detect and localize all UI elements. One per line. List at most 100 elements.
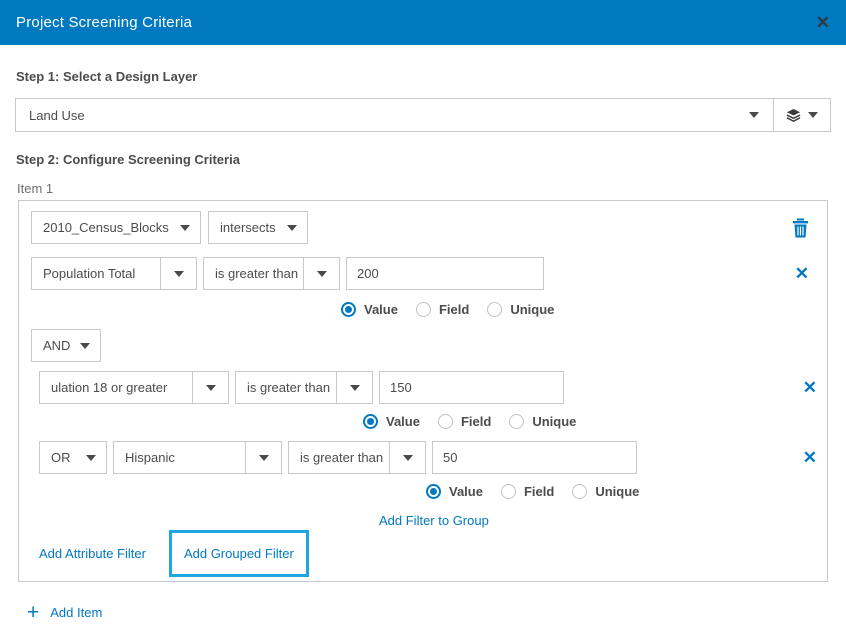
remove-filter2-icon[interactable]: ✕ bbox=[803, 379, 817, 396]
dropdown-caret-section bbox=[303, 258, 339, 289]
radio-field[interactable]: Field bbox=[416, 302, 469, 317]
grouped-filter-row: ulation 18 or greater is greater than ✕ bbox=[39, 371, 815, 404]
filter1-operator-value: is greater than bbox=[204, 266, 303, 281]
remove-filter3-icon[interactable]: ✕ bbox=[803, 449, 817, 466]
delete-item-button[interactable] bbox=[792, 218, 809, 238]
spatial-operator-dropdown[interactable]: intersects bbox=[208, 211, 308, 244]
radio-unselected-icon bbox=[438, 414, 453, 429]
radio-field-label: Field bbox=[461, 414, 491, 429]
filter3-operator-value: is greater than bbox=[289, 450, 389, 465]
close-icon[interactable]: ✕ bbox=[816, 14, 830, 31]
filter2-operator-value: is greater than bbox=[236, 380, 336, 395]
add-item-label: Add Item bbox=[50, 605, 102, 620]
filter1-field-value: Population Total bbox=[32, 266, 160, 281]
spatial-filter-row: 2010_Census_Blocks intersects bbox=[31, 211, 815, 244]
spatial-operator-value: intersects bbox=[209, 220, 287, 235]
layers-icon bbox=[786, 108, 801, 123]
item-panel: 2010_Census_Blocks intersects Population… bbox=[18, 200, 828, 582]
radio-unselected-icon bbox=[572, 484, 587, 499]
remove-filter1-icon[interactable]: ✕ bbox=[795, 265, 809, 282]
filter2-operator-dropdown[interactable]: is greater than bbox=[235, 371, 373, 404]
radio-field-label: Field bbox=[524, 484, 554, 499]
dropdown-caret-section bbox=[160, 258, 196, 289]
dropdown-caret-section bbox=[336, 372, 372, 403]
trash-icon bbox=[792, 218, 809, 238]
filter1-mode-radios: Value Field Unique bbox=[341, 302, 815, 317]
filter3-value-input[interactable] bbox=[432, 441, 637, 474]
filter3-field-dropdown[interactable]: Hispanic bbox=[113, 441, 282, 474]
radio-field-label: Field bbox=[439, 302, 469, 317]
design-layer-dropdown[interactable]: Land Use bbox=[16, 99, 773, 131]
radio-value-label: Value bbox=[449, 484, 483, 499]
chevron-down-icon bbox=[749, 112, 759, 118]
step1-label: Step 1: Select a Design Layer bbox=[16, 69, 828, 84]
dialog-title: Project Screening Criteria bbox=[16, 14, 192, 31]
radio-unique[interactable]: Unique bbox=[487, 302, 554, 317]
dialog-header: Project Screening Criteria ✕ bbox=[0, 0, 846, 45]
chevron-down-icon bbox=[180, 225, 190, 231]
add-item-button[interactable]: + Add Item bbox=[27, 602, 846, 623]
filter2-value-input[interactable] bbox=[379, 371, 564, 404]
grouped-filter-row: OR Hispanic is greater than ✕ bbox=[39, 441, 815, 474]
screening-layer-value: 2010_Census_Blocks bbox=[32, 220, 180, 235]
radio-unique-label: Unique bbox=[595, 484, 639, 499]
radio-value[interactable]: Value bbox=[341, 302, 398, 317]
chevron-down-icon bbox=[287, 225, 297, 231]
filter3-conjunction-value: OR bbox=[40, 450, 86, 465]
radio-unique-label: Unique bbox=[510, 302, 554, 317]
radio-unselected-icon bbox=[487, 302, 502, 317]
radio-value[interactable]: Value bbox=[363, 414, 420, 429]
radio-selected-icon bbox=[363, 414, 378, 429]
filter3-conjunction-dropdown[interactable]: OR bbox=[39, 441, 107, 474]
group-operator-row: AND bbox=[31, 329, 815, 362]
item-label: Item 1 bbox=[17, 181, 828, 196]
chevron-down-icon bbox=[86, 455, 96, 461]
chevron-down-icon bbox=[350, 385, 360, 391]
chevron-down-icon bbox=[259, 455, 269, 461]
chevron-down-icon bbox=[80, 343, 90, 349]
chevron-down-icon bbox=[206, 385, 216, 391]
dropdown-caret-section bbox=[192, 372, 228, 403]
filter2-field-dropdown[interactable]: ulation 18 or greater bbox=[39, 371, 229, 404]
chevron-down-icon bbox=[403, 455, 413, 461]
radio-selected-icon bbox=[341, 302, 356, 317]
radio-value-label: Value bbox=[364, 302, 398, 317]
dropdown-caret-section bbox=[245, 442, 281, 473]
chevron-down-icon bbox=[174, 271, 184, 277]
radio-unselected-icon bbox=[416, 302, 431, 317]
add-filter-to-group-link[interactable]: Add Filter to Group bbox=[379, 513, 489, 528]
radio-unique[interactable]: Unique bbox=[572, 484, 639, 499]
tutorial-highlight-box: Add Grouped Filter bbox=[169, 530, 309, 577]
add-grouped-filter-link[interactable]: Add Grouped Filter bbox=[184, 546, 294, 561]
design-layer-value: Land Use bbox=[16, 108, 749, 123]
step2-label: Step 2: Configure Screening Criteria bbox=[16, 152, 828, 167]
chevron-down-icon bbox=[317, 271, 327, 277]
filter1-operator-dropdown[interactable]: is greater than bbox=[203, 257, 340, 290]
filter2-field-value: ulation 18 or greater bbox=[40, 380, 192, 395]
screening-layer-dropdown[interactable]: 2010_Census_Blocks bbox=[31, 211, 201, 244]
filter3-operator-dropdown[interactable]: is greater than bbox=[288, 441, 426, 474]
filter1-field-dropdown[interactable]: Population Total bbox=[31, 257, 197, 290]
filter1-value-input[interactable] bbox=[346, 257, 544, 290]
chevron-down-icon bbox=[808, 112, 818, 118]
radio-field[interactable]: Field bbox=[501, 484, 554, 499]
filter3-field-value: Hispanic bbox=[114, 450, 245, 465]
radio-unique[interactable]: Unique bbox=[509, 414, 576, 429]
radio-value-label: Value bbox=[386, 414, 420, 429]
group-operator-dropdown[interactable]: AND bbox=[31, 329, 101, 362]
dropdown-caret-section bbox=[389, 442, 425, 473]
radio-field[interactable]: Field bbox=[438, 414, 491, 429]
radio-unselected-icon bbox=[509, 414, 524, 429]
layer-options-button[interactable] bbox=[773, 99, 830, 131]
add-attribute-filter-link[interactable]: Add Attribute Filter bbox=[39, 546, 146, 561]
panel-links-row: Add Attribute Filter Add Grouped Filter bbox=[31, 530, 815, 577]
radio-unique-label: Unique bbox=[532, 414, 576, 429]
filter3-mode-radios: Value Field Unique bbox=[426, 484, 815, 499]
grouped-filters: ulation 18 or greater is greater than ✕ … bbox=[39, 371, 815, 530]
group-operator-value: AND bbox=[32, 338, 80, 353]
plus-icon: + bbox=[27, 602, 39, 623]
attribute-filter-row: Population Total is greater than ✕ bbox=[31, 257, 815, 290]
radio-unselected-icon bbox=[501, 484, 516, 499]
radio-selected-icon bbox=[426, 484, 441, 499]
radio-value[interactable]: Value bbox=[426, 484, 483, 499]
